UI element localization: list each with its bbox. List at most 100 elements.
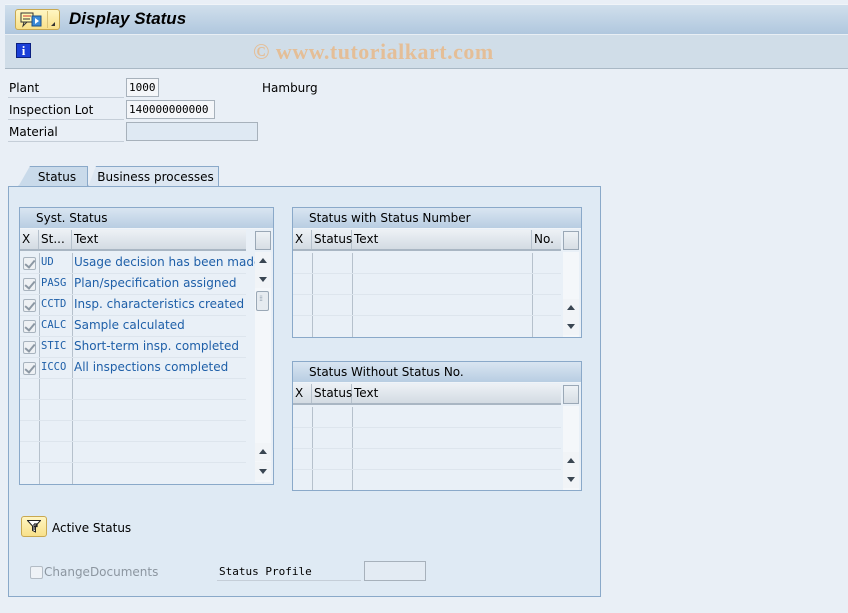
table-row[interactable]: CALC Sample calculated (20, 316, 246, 337)
empty-row (20, 379, 246, 400)
menu-button[interactable] (15, 9, 60, 30)
row-checkbox (23, 320, 36, 333)
inspection-lot-field[interactable]: 140000000000 (126, 100, 215, 119)
status-text: Short-term insp. completed (74, 339, 239, 353)
status-text: All inspections completed (74, 360, 229, 374)
tab-business-processes[interactable]: Business processes (88, 166, 219, 187)
column-header-status[interactable]: St... (39, 230, 72, 249)
empty-row (20, 421, 246, 442)
syst-status-body: UD Usage decision has been made PASG Pla… (20, 253, 261, 484)
row-checkbox (23, 257, 36, 270)
column-header-status[interactable]: Status (312, 230, 352, 249)
empty-row (293, 295, 561, 316)
status-text: Sample calculated (74, 318, 185, 332)
column-header-x[interactable]: X (293, 384, 312, 403)
status-with-number-scrollbar[interactable] (562, 230, 580, 337)
dropdown-arrow-icon[interactable] (51, 22, 55, 26)
arrow-up-icon (567, 305, 575, 310)
table-row[interactable]: CCTD Insp. characteristics created (20, 295, 246, 316)
plant-label-underline (8, 97, 124, 98)
status-with-number-header: X Status Text No. (293, 230, 561, 251)
syst-status-header: X St... Text (20, 230, 246, 251)
column-header-text[interactable]: Text (352, 384, 561, 403)
scroll-down-button[interactable] (255, 462, 271, 480)
column-header-x[interactable]: X (20, 230, 39, 249)
row-checkbox (23, 278, 36, 291)
empty-row (293, 274, 561, 295)
scroll-up-button[interactable] (255, 252, 271, 270)
status-with-number-grid: Status with Status Number X Status Text … (292, 207, 582, 338)
status-with-number-body (293, 253, 561, 337)
table-row[interactable]: ICCO All inspections completed (20, 358, 246, 379)
scroll-thumb[interactable] (256, 291, 269, 311)
tab-status[interactable]: Status (18, 166, 88, 187)
plant-field[interactable]: 1000 (126, 78, 159, 97)
empty-row (293, 407, 561, 428)
change-documents-label: ChangeDocuments (44, 565, 159, 579)
column-settings-button[interactable] (563, 231, 579, 250)
column-settings-button[interactable] (255, 231, 271, 250)
status-without-number-scrollbar[interactable] (562, 384, 580, 490)
status-code: PASG (41, 277, 67, 289)
scroll-up-button[interactable] (255, 443, 271, 461)
row-checkbox (23, 299, 36, 312)
empty-row (293, 253, 561, 274)
table-row[interactable]: UD Usage decision has been made (20, 253, 261, 274)
status-code: ICCO (41, 361, 67, 373)
application-toolbar: i © www.tutorialkart.com (5, 35, 848, 69)
empty-row (20, 442, 246, 463)
row-checkbox (23, 341, 36, 354)
menu-icon (20, 12, 42, 28)
column-header-text[interactable]: Text (352, 230, 532, 249)
active-status-label: Active Status (52, 521, 132, 535)
status-profile-label: Status Profile (219, 565, 312, 578)
empty-row (293, 449, 561, 470)
plant-label: Plant (9, 81, 40, 95)
scroll-up-button[interactable] (563, 452, 579, 470)
syst-status-scrollbar[interactable] (254, 230, 272, 484)
column-header-number[interactable]: No. (532, 230, 561, 249)
status-with-number-title: Status with Status Number (293, 208, 581, 229)
column-header-status[interactable]: Status (312, 384, 352, 403)
material-label-underline (8, 141, 124, 142)
active-status-button[interactable] (21, 516, 47, 537)
inspection-lot-label-underline (8, 119, 124, 120)
arrow-down-icon (567, 324, 575, 329)
status-text: Plan/specification assigned (74, 276, 237, 290)
plant-description: Hamburg (262, 81, 318, 95)
status-code: CCTD (41, 298, 67, 310)
arrow-down-icon (259, 469, 267, 474)
column-header-text[interactable]: Text (72, 230, 246, 249)
status-code: STIC (41, 340, 67, 352)
empty-row (20, 400, 246, 421)
status-code: UD (41, 256, 54, 268)
status-without-number-header: X Status Text (293, 384, 561, 405)
change-documents-checkbox[interactable] (30, 566, 43, 579)
column-header-x[interactable]: X (293, 230, 312, 249)
status-text: Insp. characteristics created (74, 297, 245, 311)
status-profile-field[interactable] (364, 561, 426, 581)
arrow-up-icon (259, 449, 267, 454)
syst-status-grid: Syst. Status X St... Text UD Usage decis… (19, 207, 274, 485)
scroll-up-button[interactable] (563, 299, 579, 317)
scroll-down-button[interactable] (563, 470, 579, 488)
status-without-number-body (293, 407, 561, 490)
arrow-up-icon (259, 258, 267, 263)
table-row[interactable]: STIC Short-term insp. completed (20, 337, 246, 358)
material-field[interactable] (126, 122, 258, 141)
scroll-down-button[interactable] (563, 317, 579, 335)
inspection-lot-label: Inspection Lot (9, 103, 94, 117)
empty-row (293, 428, 561, 449)
arrow-down-icon (259, 277, 267, 282)
table-row[interactable]: PASG Plan/specification assigned (20, 274, 246, 295)
info-icon[interactable]: i (16, 43, 31, 58)
filter-funnel-icon (27, 520, 41, 533)
status-text: Usage decision has been made (74, 255, 262, 269)
scroll-down-button[interactable] (255, 270, 271, 288)
column-settings-button[interactable] (563, 385, 579, 404)
status-without-number-title: Status Without Status No. (293, 362, 581, 383)
material-label: Material (9, 125, 58, 139)
watermark: © www.tutorialkart.com (253, 39, 494, 64)
page-title: Display Status (69, 9, 187, 28)
status-code: CALC (41, 319, 67, 331)
